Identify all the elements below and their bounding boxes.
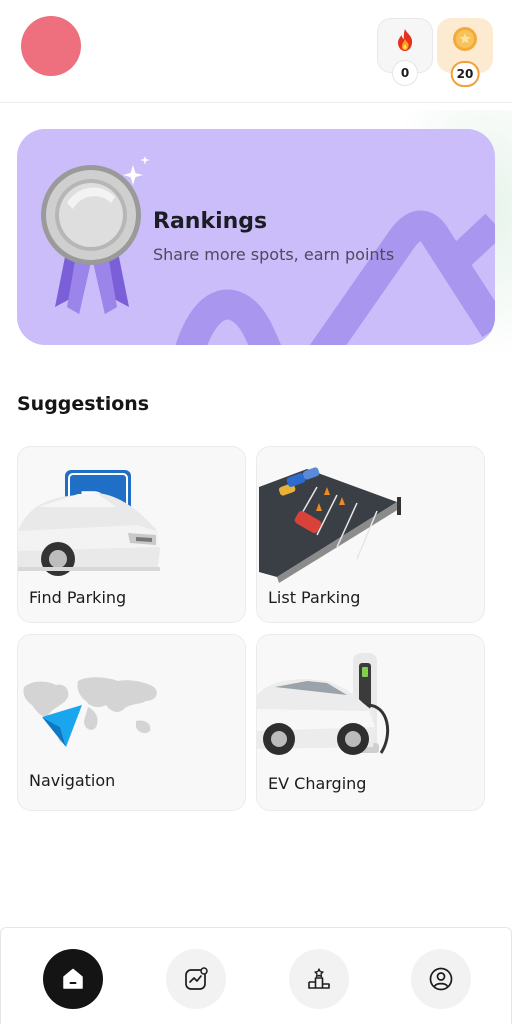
suggestion-card-find-parking[interactable]: P Find Parking [17,446,246,623]
profile-icon [429,967,453,991]
suggestion-label: Navigation [29,771,116,790]
suggestion-card-list-parking[interactable]: List Parking [256,446,485,623]
home-icon [63,968,83,989]
ev-charging-car-image [257,653,390,755]
leaderboard-podium-icon [308,968,330,989]
suggestion-label: List Parking [268,588,361,607]
nav-home[interactable] [43,949,103,1009]
banner-title: Rankings [153,209,268,234]
suggestion-card-ev-charging[interactable]: EV Charging [256,634,485,811]
top-header: 0 20 [0,0,512,103]
suggestions-title: Suggestions [17,393,150,415]
avatar[interactable] [21,16,81,76]
bottom-navigation [0,927,512,1024]
fire-icon [397,29,413,51]
nav-activity[interactable] [166,949,226,1009]
nav-profile[interactable] [411,949,471,1009]
banner-subtitle: Share more spots, earn points [153,245,395,264]
world-map-pointer-image [23,677,157,747]
nav-leaderboard[interactable] [289,949,349,1009]
parking-lot-image [259,467,401,583]
streak-badge[interactable]: 0 [377,18,433,86]
activity-chart-icon [185,967,208,990]
rankings-banner[interactable]: Rankings Share more spots, earn points [17,129,495,345]
suggestion-label: EV Charging [268,774,367,793]
coins-count: 20 [450,61,480,87]
suggestion-label: Find Parking [29,588,127,607]
car-parking-sign-image: P [18,470,160,576]
silver-medal-icon [41,157,150,314]
suggestion-card-navigation[interactable]: Navigation [17,634,246,811]
coin-star-icon [453,27,477,51]
streak-count: 0 [392,60,418,86]
coins-badge[interactable]: 20 [437,18,493,87]
